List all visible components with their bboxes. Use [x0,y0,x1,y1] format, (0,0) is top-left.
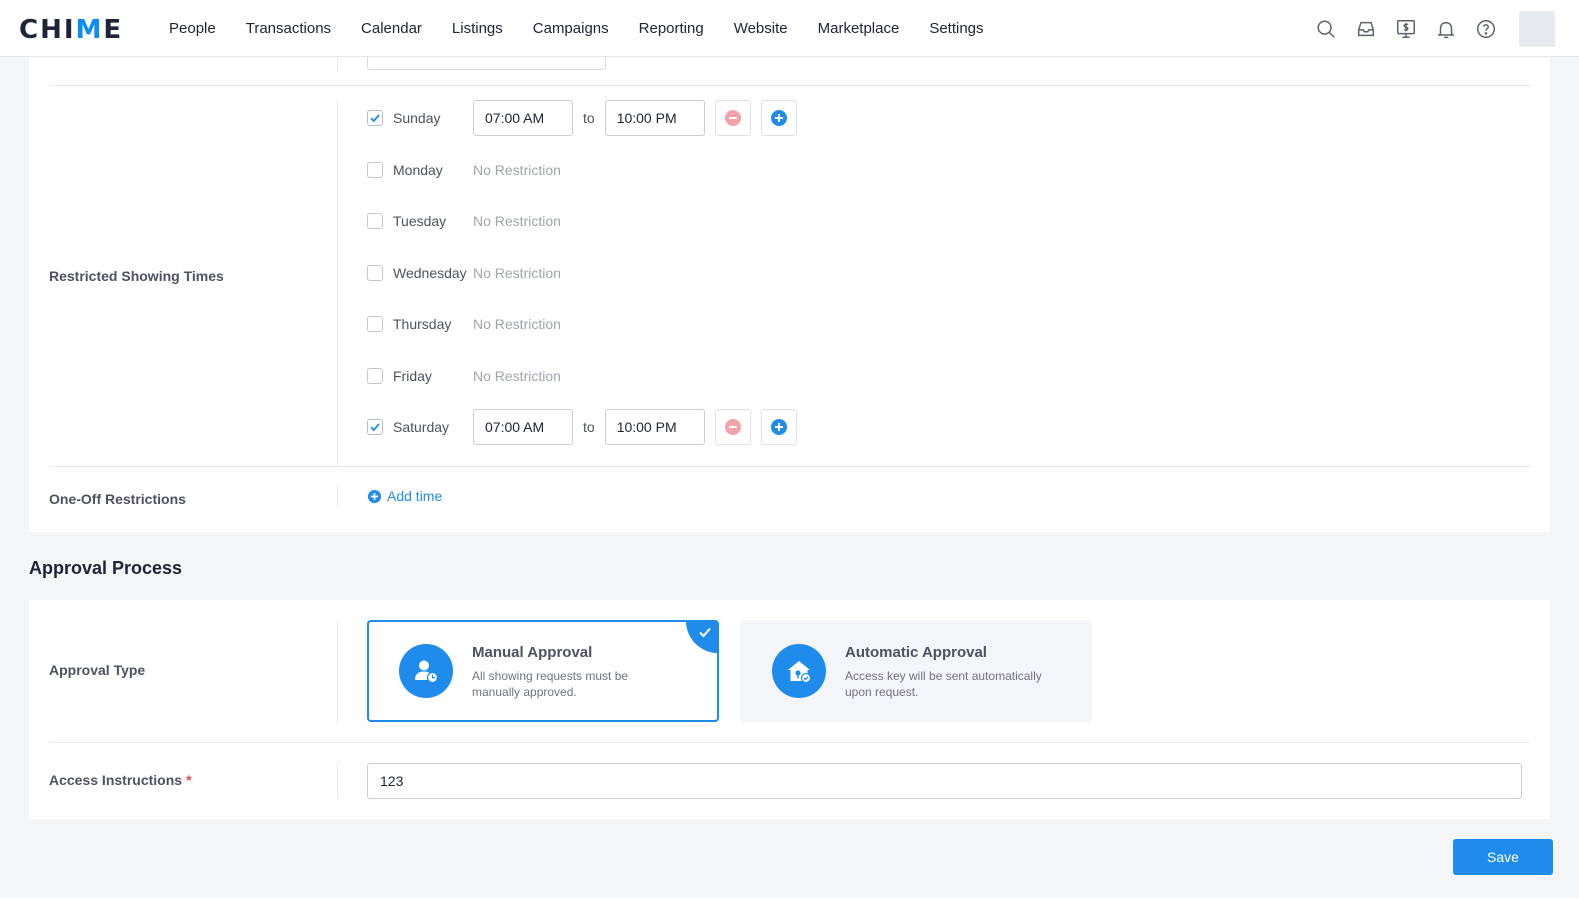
option-description: Access key will be sent automatically up… [845,669,1042,699]
manual-approval-option[interactable]: Manual Approval All showing requests mus… [367,620,719,722]
approval-type-label: Approval Type [49,662,146,678]
search-icon[interactable] [1313,16,1339,42]
automatic-approval-option[interactable]: Automatic Approval Access key will be se… [740,620,1092,722]
checkmark-icon [370,423,380,432]
sunday-remove-button[interactable] [714,100,751,136]
access-instructions-label: Access Instructions * [49,772,192,788]
nav-listings[interactable]: Listings [437,20,518,37]
approval-card-container: Approval Type Manual Approval All showin… [29,600,1550,819]
no-restriction-text: No Restriction [473,265,561,281]
row-divider [49,466,1530,467]
main-menu: People Transactions Calendar Listings Ca… [154,0,999,57]
to-label: to [583,110,595,126]
house-key-icon [772,644,826,698]
saturday-checkbox[interactable] [367,419,383,435]
day-row-wednesday: Wednesday No Restriction [367,255,561,291]
no-restriction-text: No Restriction [473,316,561,332]
no-restriction-text: No Restriction [473,213,561,229]
option-title: Automatic Approval [845,644,987,661]
nav-transactions[interactable]: Transactions [231,20,346,37]
required-asterisk: * [186,772,192,788]
day-row-thursday: Thursday No Restriction [367,306,561,342]
sunday-add-button[interactable] [760,100,797,136]
plus-circle-icon [367,489,382,503]
day-row-monday: Monday No Restriction [367,152,561,188]
day-label: Sunday [393,110,441,126]
day-row-friday: Friday No Restriction [367,358,561,394]
minus-circle-icon [724,110,741,126]
avatar[interactable] [1519,10,1555,47]
checkmark-icon [370,114,380,123]
tuesday-checkbox[interactable] [367,213,383,229]
to-label: to [583,419,595,435]
saturday-end-time-input[interactable]: 10:00 PM [604,409,705,445]
day-label: Tuesday [393,213,447,229]
saturday-remove-button[interactable] [714,409,751,445]
add-time-link[interactable]: Add time [367,488,442,504]
billing-icon[interactable] [1393,16,1419,42]
nav-calendar[interactable]: Calendar [346,20,437,37]
access-instructions-input[interactable]: 123 [367,763,1522,799]
nav-marketplace[interactable]: Marketplace [803,20,915,37]
day-row-saturday: Saturday 07:00 AM to 10:00 PM [367,409,797,445]
selected-check-badge [686,622,717,653]
restricted-showing-times-label: Restricted Showing Times [49,268,224,284]
column-divider [337,484,338,508]
sunday-end-time-input[interactable]: 10:00 PM [604,100,705,136]
option-title: Manual Approval [472,644,593,661]
plus-circle-icon [770,110,787,126]
bell-icon[interactable] [1433,16,1459,42]
checkmark-icon [699,627,711,638]
thursday-checkbox[interactable] [367,316,383,332]
option-description: All showing requests must be manually ap… [472,669,629,699]
row-divider [49,85,1530,86]
saturday-start-time-input[interactable]: 07:00 AM [473,409,573,445]
nav-people[interactable]: People [154,20,231,37]
minus-circle-icon [724,419,741,435]
day-row-sunday: Sunday 07:00 AM to 10:00 PM [367,100,797,136]
day-label: Wednesday [393,265,467,281]
column-divider [337,620,338,722]
one-off-restrictions-label: One-Off Restrictions [49,491,186,507]
day-label: Friday [393,368,432,384]
no-restriction-text: No Restriction [473,368,561,384]
column-divider [337,57,338,73]
approval-process-title: Approval Process [29,558,183,578]
column-divider [337,102,338,467]
monday-checkbox[interactable] [367,162,383,178]
day-label: Monday [393,162,443,178]
day-label: Thursday [393,316,452,332]
top-nav: CHIME People Transactions Calendar Listi… [0,0,1579,57]
person-clock-icon [399,644,453,698]
nav-website[interactable]: Website [719,20,803,37]
day-row-tuesday: Tuesday No Restriction [367,203,561,239]
chime-logo[interactable]: CHIME [19,15,123,45]
column-divider [337,763,338,799]
no-restriction-text: No Restriction [473,162,561,178]
nav-reporting[interactable]: Reporting [624,20,719,37]
friday-checkbox[interactable] [367,368,383,384]
wednesday-checkbox[interactable] [367,265,383,281]
add-time-label: Add time [387,488,443,504]
nav-icon-group [1313,0,1555,57]
day-label: Saturday [393,419,450,435]
nav-settings[interactable]: Settings [914,20,998,37]
showing-settings-card: Restricted Showing Times Sunday 07:00 AM… [29,51,1550,532]
nav-campaigns[interactable]: Campaigns [518,20,624,37]
inbox-icon[interactable] [1353,16,1379,42]
sunday-start-time-input[interactable]: 07:00 AM [473,100,573,136]
help-icon[interactable] [1473,16,1499,42]
plus-circle-icon [770,419,787,435]
save-button[interactable]: Save [1453,839,1553,875]
saturday-add-button[interactable] [760,409,797,445]
row-divider [49,742,1530,743]
sunday-checkbox[interactable] [367,110,383,126]
